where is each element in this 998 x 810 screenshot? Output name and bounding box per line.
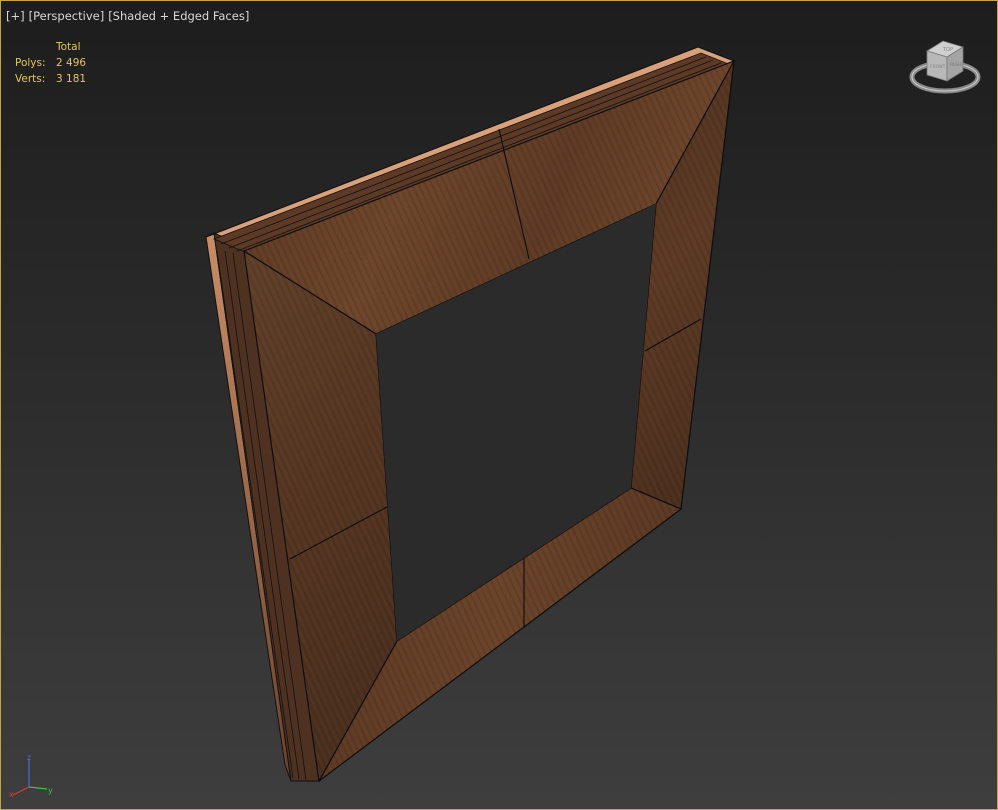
viewport-point-of-view-menu[interactable]: [Perspective] [29,9,105,23]
polys-value: 2 496 [56,57,87,69]
viewcube-top-label: TOP [942,47,953,53]
axis-tripod-icon: z x y [9,753,53,799]
axis-x-label: x [9,790,14,799]
frame-model[interactable] [1,1,998,810]
stats-header: Total [56,41,81,53]
viewcube-front-label: FRONT [930,64,946,70]
viewcube-right-label: RIGHT [950,62,964,68]
verts-label: Verts: [15,73,46,85]
perspective-viewport[interactable]: [+] [Perspective] [Shaded + Edged Faces]… [0,0,998,810]
polys-label: Polys: [15,57,46,69]
statistics-overlay: Total Polys: 2 496 Verts: 3 181 [15,39,86,87]
viewport-menu: [+] [Perspective] [Shaded + Edged Faces] [6,9,249,23]
viewport-plus-menu[interactable]: [+] [6,9,25,23]
viewcube-icon[interactable]: TOP FRONT RIGHT [905,35,985,105]
verts-value: 3 181 [56,73,87,85]
viewport-shading-menu[interactable]: [Shaded + Edged Faces] [108,9,249,23]
axis-y-label: y [48,786,53,795]
axis-z-label: z [27,753,31,762]
